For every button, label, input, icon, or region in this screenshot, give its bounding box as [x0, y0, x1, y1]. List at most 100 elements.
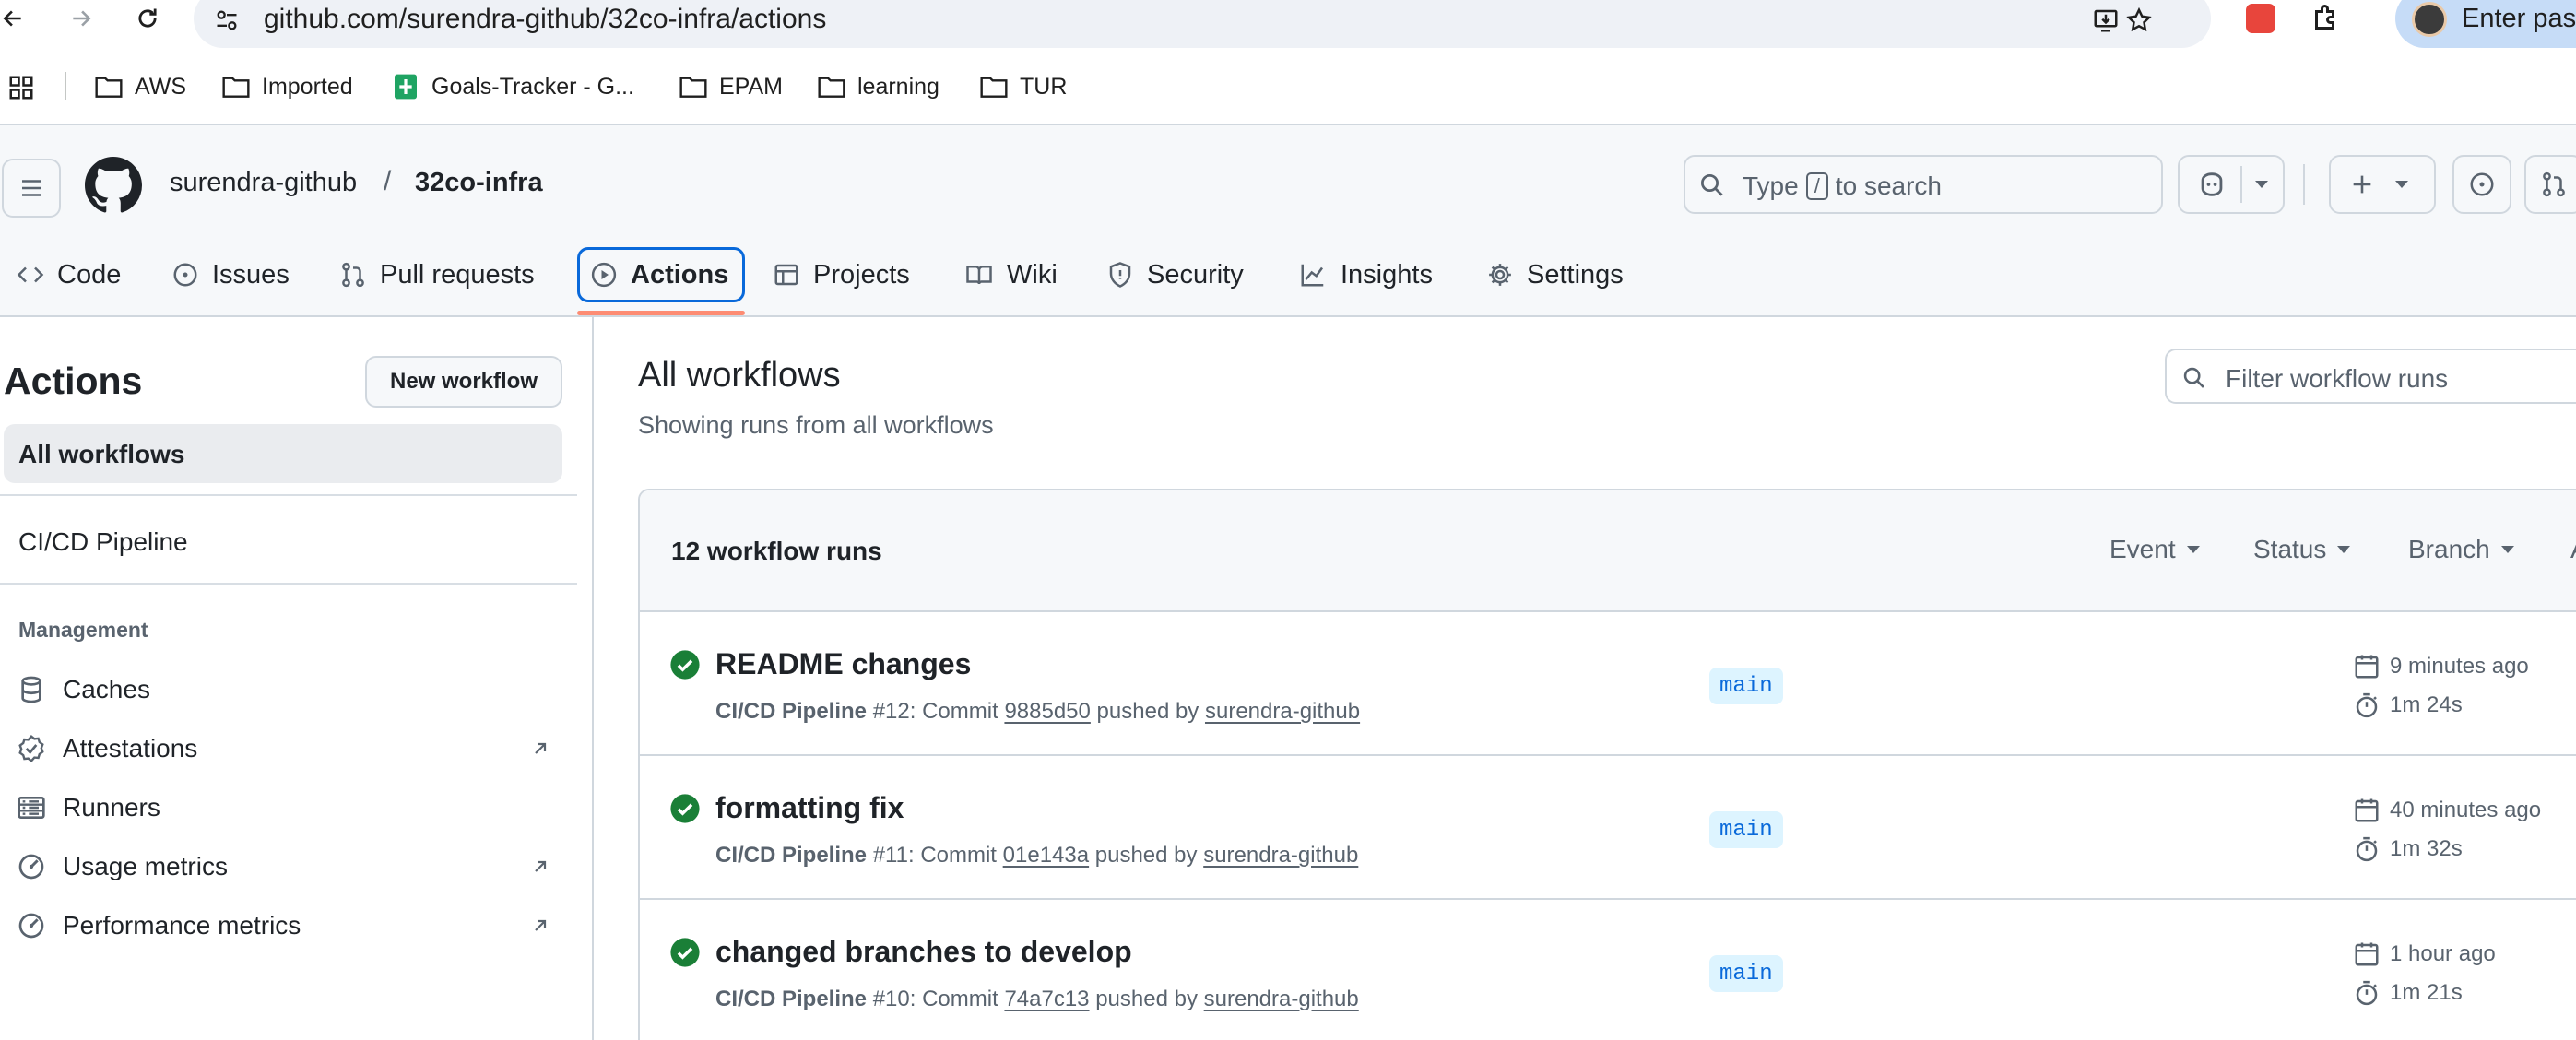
check-circle-icon	[670, 794, 700, 823]
run-title[interactable]: changed branches to develop	[715, 935, 1132, 969]
profile-button[interactable]: Enter pass	[2395, 0, 2576, 48]
plus-icon	[2353, 175, 2371, 194]
workflow-run-row[interactable]: formatting fix CI/CD Pipeline #11: Commi…	[640, 756, 2576, 900]
new-workflow-button[interactable]: New workflow	[365, 356, 562, 408]
install-icon	[2094, 9, 2118, 32]
folder-icon	[679, 77, 707, 98]
branch-label[interactable]: main	[1709, 955, 1783, 992]
arrow-right-icon	[73, 10, 91, 27]
commit-link[interactable]: 9885d50	[1004, 699, 1090, 724]
meter-icon	[18, 854, 44, 880]
tab-pull-requests[interactable]: Pull requests	[339, 247, 535, 302]
stopwatch-icon	[2356, 836, 2378, 862]
run-title[interactable]: formatting fix	[715, 791, 904, 825]
run-meta: CI/CD Pipeline #12: Commit 9885d50 pushe…	[715, 699, 1361, 724]
table-icon	[774, 264, 798, 286]
bookmark-label: AWS	[135, 73, 187, 100]
status-filter-dropdown[interactable]: Status	[2253, 535, 2351, 564]
chevron-down-icon	[2186, 546, 2200, 553]
create-new-button[interactable]	[2329, 155, 2436, 214]
tab-code[interactable]: Code	[17, 247, 121, 302]
filter-workflow-runs-input[interactable]: Filter workflow runs	[2165, 349, 2576, 404]
bookmark-aws[interactable]: AWS	[94, 70, 186, 103]
filter-label: Status	[2253, 535, 2327, 563]
branch-filter-dropdown[interactable]: Branch	[2408, 535, 2514, 564]
actor-link[interactable]: surendra-github	[1205, 699, 1360, 724]
sidebar-item-runners[interactable]: Runners	[17, 786, 551, 830]
branch-label[interactable]: main	[1709, 811, 1783, 848]
stopwatch-icon	[2356, 692, 2378, 718]
sidebar-item-all-workflows[interactable]: All workflows	[4, 424, 562, 483]
back-button[interactable]	[0, 2, 30, 35]
owner-link[interactable]: surendra-github	[170, 168, 357, 198]
tab-actions-focus-ring	[577, 247, 745, 302]
branch-label[interactable]: main	[1709, 668, 1783, 704]
bookmark-epam[interactable]: EPAM	[679, 70, 783, 103]
pull-requests-button[interactable]	[2524, 155, 2576, 214]
sidebar-item-cicd-pipeline[interactable]: CI/CD Pipeline	[18, 527, 188, 557]
workflow-run-row[interactable]: changed branches to develop CI/CD Pipeli…	[640, 900, 2576, 1040]
run-meta: CI/CD Pipeline #11: Commit 01e143a pushe…	[715, 843, 1359, 868]
run-duration: 1m 21s	[2353, 977, 2463, 1009]
calendar-icon	[2355, 655, 2379, 679]
browser-toolbar: github.com/surendra-github/32co-infra/ac…	[0, 0, 2576, 48]
workflow-run-row[interactable]: README changes CI/CD Pipeline #12: Commi…	[640, 612, 2576, 756]
bookmark-learning[interactable]: learning	[817, 70, 939, 103]
event-filter-dropdown[interactable]: Event	[2109, 535, 2200, 564]
run-timestamp: 40 minutes ago	[2353, 795, 2541, 826]
folder-icon	[222, 77, 250, 98]
sidebar-item-usage-metrics[interactable]: Usage metrics	[17, 845, 551, 889]
menu-button[interactable]	[2, 159, 61, 218]
bookmark-star-button[interactable]	[2121, 2, 2157, 39]
sidebar-item-attestations[interactable]: Attestations	[17, 727, 551, 771]
extension-icon[interactable]	[2246, 4, 2275, 33]
copilot-icon	[2201, 172, 2223, 196]
run-title[interactable]: README changes	[715, 647, 971, 681]
external-link-icon	[535, 919, 547, 931]
extensions-button[interactable]	[2310, 2, 2343, 35]
bookmark-imported[interactable]: Imported	[221, 70, 353, 103]
tab-issues[interactable]: Issues	[171, 247, 290, 302]
issue-icon	[173, 263, 197, 287]
url-text[interactable]: github.com/surendra-github/32co-infra/ac…	[264, 4, 826, 35]
bookmark-label: Imported	[262, 73, 353, 100]
repo-link[interactable]: 32co-infra	[415, 168, 543, 198]
external-link-icon	[535, 860, 547, 872]
tab-security[interactable]: Security	[1106, 247, 1244, 302]
bookmark-label: learning	[857, 73, 939, 100]
search-input[interactable]: Type / to search	[1684, 155, 2163, 214]
site-settings-icon[interactable]	[214, 7, 240, 33]
calendar-icon	[2355, 798, 2379, 822]
github-header: surendra-github / 32co-infra Type / to s…	[0, 125, 2576, 317]
puzzle-icon	[2315, 5, 2334, 30]
avatar	[2412, 2, 2447, 37]
tab-projects[interactable]: Projects	[773, 247, 910, 302]
bookmarks-divider	[65, 72, 66, 100]
apps-button[interactable]	[7, 74, 35, 101]
reload-button[interactable]	[131, 2, 164, 35]
sidebar-item-caches[interactable]: Caches	[17, 668, 551, 712]
server-icon	[18, 797, 45, 819]
forward-button[interactable]	[65, 2, 98, 35]
run-timestamp: 9 minutes ago	[2353, 651, 2529, 682]
tab-settings[interactable]: Settings	[1486, 247, 1624, 302]
actor-filter-dropdown[interactable]: A	[2570, 535, 2576, 564]
install-app-button[interactable]	[2087, 2, 2124, 39]
actor-link[interactable]: surendra-github	[1204, 987, 1359, 1011]
address-bar[interactable]: github.com/surendra-github/32co-infra/ac…	[194, 0, 2211, 48]
bookmark-goals-tracker[interactable]: Goals-Tracker - G...	[391, 70, 634, 103]
copilot-button[interactable]	[2178, 155, 2285, 214]
commit-link[interactable]: 01e143a	[1003, 843, 1089, 868]
issues-button[interactable]	[2452, 155, 2511, 214]
tab-wiki[interactable]: Wiki	[964, 247, 1058, 302]
sidebar-item-performance-metrics[interactable]: Performance metrics	[17, 904, 551, 948]
actor-link[interactable]: surendra-github	[1203, 843, 1358, 868]
commit-link[interactable]: 74a7c13	[1004, 987, 1089, 1011]
star-icon	[2126, 6, 2152, 32]
bookmark-tur[interactable]: TUR	[979, 70, 1067, 103]
tab-insights[interactable]: Insights	[1298, 247, 1433, 302]
github-mark-icon	[85, 157, 142, 213]
hamburger-icon	[22, 180, 41, 196]
arrow-left-icon	[3, 10, 21, 27]
github-logo[interactable]	[85, 157, 142, 214]
